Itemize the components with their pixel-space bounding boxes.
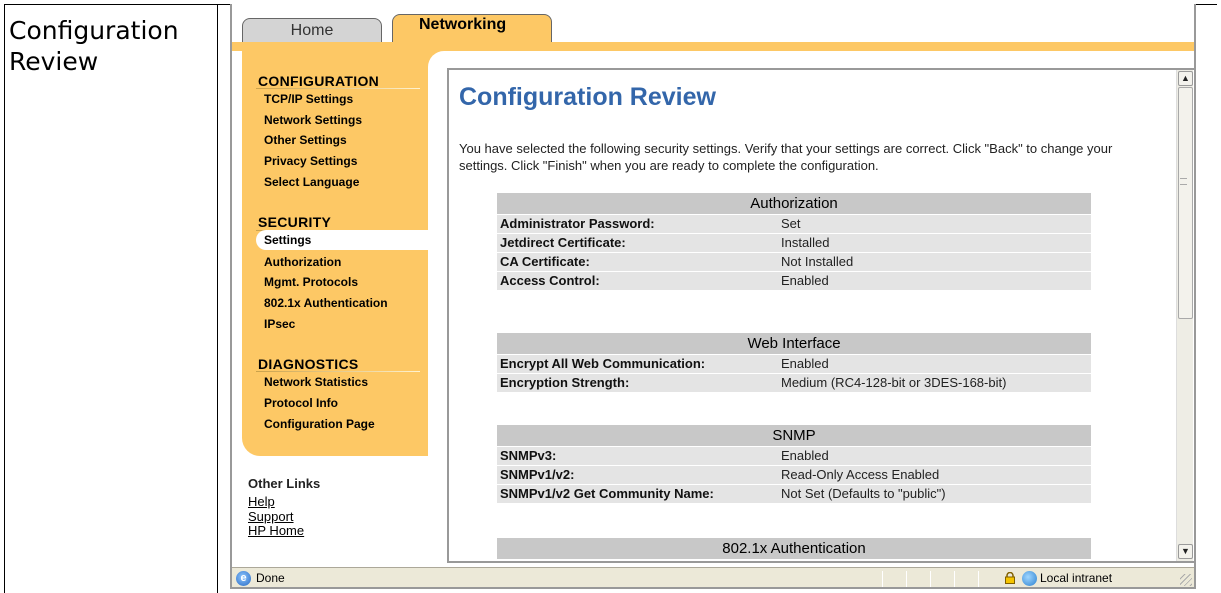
nav-item-settings-selected[interactable]: Settings [256,230,438,250]
nav-rule [256,88,420,89]
table-row: Access Control: Enabled [497,271,1091,290]
status-text: Done [256,571,285,585]
section-heading: Authorization [497,193,1091,214]
nav-item-select-language[interactable]: Select Language [264,175,359,190]
row-label: SNMPv3: [500,448,557,463]
section-snmp: SNMP SNMPv3: Enabled SNMPv1/v2: Read-Only … [497,425,1091,503]
row-label: SNMPv1/v2 Get Community Name: [500,486,714,501]
zone-text: Local intranet [1040,571,1113,585]
row-value: Enabled [781,448,829,463]
tab-bar: Home Networking [232,4,1194,46]
tab-home[interactable]: Home [242,18,382,42]
table-row: CA Certificate: Not Installed [497,252,1091,271]
ie-page-icon: e [236,571,251,586]
tab-strip [232,42,1194,51]
row-label: Access Control: [500,273,600,288]
browser-screenshot: Home Networking CONFIGURATION TCP/IP Set… [230,4,1196,589]
scroll-up-arrow-icon[interactable]: ▲ [1178,71,1193,86]
table-row: SNMPv1/v2 Get Community Name: Not Set (De… [497,484,1091,503]
link-hp-home[interactable]: HP Home [248,524,304,538]
link-support[interactable]: Support [248,510,294,524]
status-separator [978,571,979,587]
local-intranet-icon [1022,571,1037,586]
table-divider [217,5,218,593]
row-label: Jetdirect Certificate: [500,235,626,250]
nav-heading-configuration: CONFIGURATION [258,73,380,89]
sidebar-corner [428,51,452,67]
step-label: Configuration Review [9,16,179,76]
status-separator [882,571,883,587]
table-row: SNMPv3: Enabled [497,446,1091,465]
table-row: Encrypt All Web Communication: Enabled [497,354,1091,373]
lock-icon [1005,572,1015,584]
nav-item-configuration-page[interactable]: Configuration Page [264,417,375,432]
status-separator [906,571,907,587]
link-help[interactable]: Help [248,495,275,509]
nav-heading-security: SECURITY [258,214,332,230]
row-value: Not Installed [781,254,854,269]
row-label: SNMPv1/v2: [500,467,575,482]
section-heading: Web Interface [497,333,1091,354]
nav-heading-diagnostics: DIAGNOSTICS [258,356,359,372]
nav-item-network-statistics[interactable]: Network Statistics [264,375,368,390]
table-row: Encryption Strength: Medium (RC4-128-bit … [497,373,1091,392]
table-row: Administrator Password: Set [497,214,1091,233]
row-value: Enabled [781,273,829,288]
nav-item-protocol-info[interactable]: Protocol Info [264,396,338,411]
nav-item-authorization[interactable]: Authorization [264,255,341,270]
grip-icon [1180,178,1187,185]
vertical-scrollbar[interactable]: ▲ ▼ [1176,70,1193,561]
table-row: SNMPv1/v2: Read-Only Access Enabled [497,465,1091,484]
other-links-heading: Other Links [248,476,321,491]
status-separator [954,571,955,587]
section-8021x-authentication: 802.1x Authentication [497,538,1091,559]
nav-item-8021x-authentication[interactable]: 802.1x Authentication [264,296,388,311]
row-value: Not Set (Defaults to "public") [781,486,946,501]
nav-rule [256,371,420,372]
sidebar: CONFIGURATION TCP/IP Settings Network Se… [242,51,438,456]
row-label: Encrypt All Web Communication: [500,356,706,371]
nav-item-network-settings[interactable]: Network Settings [264,113,362,128]
content-area: Configuration Review You have selected t… [453,70,1173,561]
nav-item-ipsec[interactable]: IPsec [264,317,295,332]
nav-item-mgmt-protocols[interactable]: Mgmt. Protocols [264,275,358,290]
scrollbar-thumb[interactable] [1178,87,1193,319]
row-value: Enabled [781,356,829,371]
status-separator [930,571,931,587]
status-bar: e Done Local intranet [232,567,1194,587]
row-value: Set [781,216,801,231]
intro-text: You have selected the following security… [459,141,1113,173]
row-value: Medium (RC4-128-bit or 3DES-168-bit) [781,375,1007,390]
scroll-down-arrow-icon[interactable]: ▼ [1178,544,1193,559]
page-title: Configuration Review [459,83,716,111]
nav-item-tcpip-settings[interactable]: TCP/IP Settings [264,92,353,107]
table-row: Jetdirect Certificate: Installed [497,233,1091,252]
nav-item-privacy-settings[interactable]: Privacy Settings [264,154,357,169]
row-label: CA Certificate: [500,254,590,269]
section-heading: SNMP [497,425,1091,446]
tab-networking[interactable]: Networking [392,14,552,44]
row-label: Administrator Password: [500,216,655,231]
resize-grip-icon[interactable] [1180,574,1192,586]
section-web-interface: Web Interface Encrypt All Web Communicat… [497,333,1091,392]
nav-item-other-settings[interactable]: Other Settings [264,133,347,148]
row-value: Installed [781,235,830,250]
section-heading: 802.1x Authentication [497,538,1091,559]
row-label: Encryption Strength: [500,375,630,390]
content-frame: Configuration Review You have selected t… [447,68,1194,563]
row-value: Read-Only Access Enabled [781,467,940,482]
section-authorization: Authorization Administrator Password: Set… [497,193,1091,290]
